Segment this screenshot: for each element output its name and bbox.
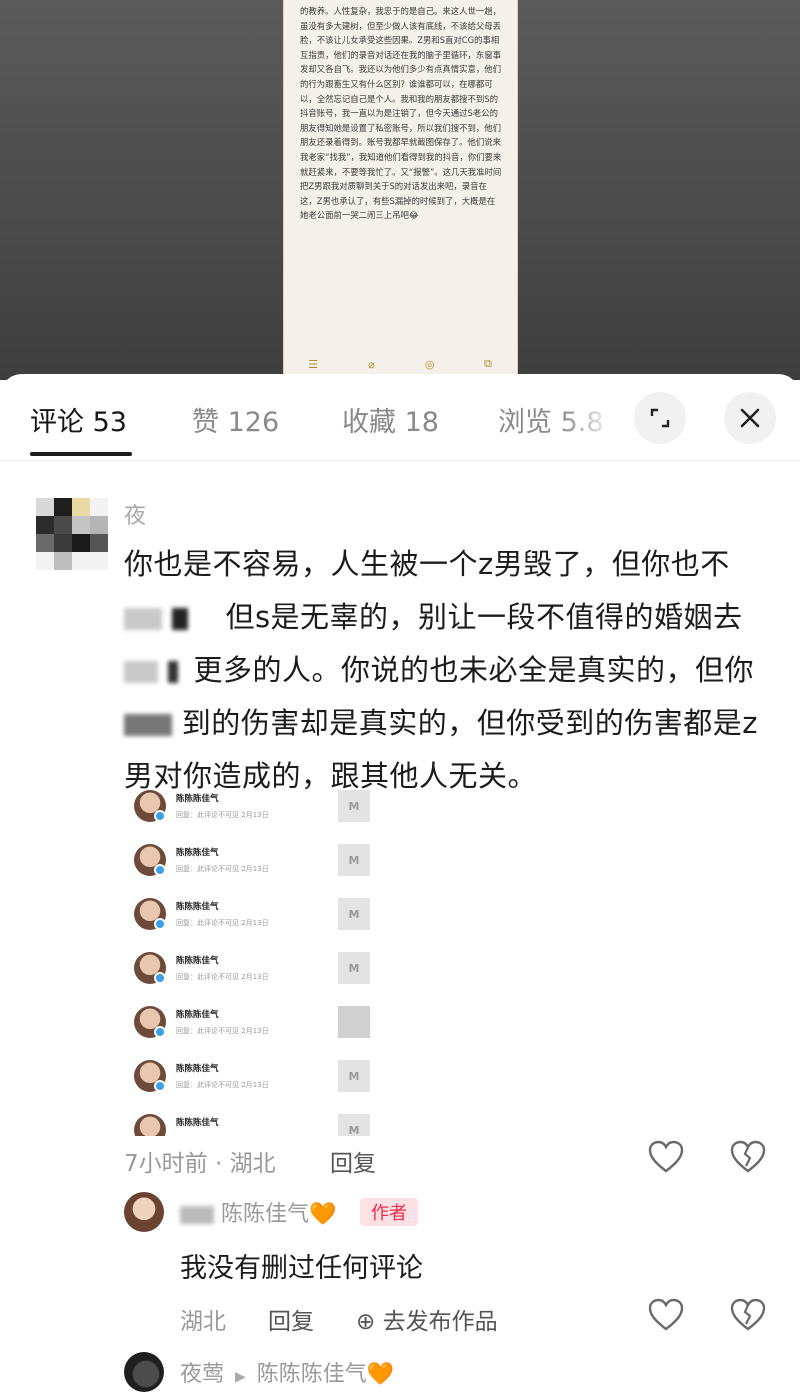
like-heart-icon[interactable] [648,1298,684,1332]
video-thumb-icon [338,1006,370,1038]
note-screenshot: 的教养。人性复杂，我忠于的是自己。来这人世一趟，虽没有多大建树，但至少做人该有底… [283,0,518,380]
avatar[interactable] [36,498,108,570]
video-thumb-icon: M [338,1114,370,1136]
comment-image[interactable]: 陈陈陈佳气 回复：此评论不可见 2月13日 M 陈陈陈佳气 回复：此评论不可见 … [126,786,376,1136]
tab-favorites[interactable]: 收藏 18 [342,400,439,439]
divider [0,460,800,461]
attach-icon: ⌀ [368,357,375,371]
list-item-sub: 回复：此评论不可见 2月13日 [176,919,269,927]
list-item: 陈陈陈佳气 回复：此评论不可见 2月13日 M [126,786,376,836]
verified-icon [154,972,166,984]
close-icon [740,408,760,428]
list-item-name: 陈陈陈佳气 [176,956,219,966]
comment-line: 你也是不容易，人生被一个z男毁了，但你也不 [124,547,730,581]
comment-line: 到的伤害却是真实的，但你受到的伤害都是z [124,697,764,750]
go-publish-link[interactable]: ⊕ 去发布作品 [356,1302,498,1336]
avatar [134,1114,166,1136]
comment-line: 更多的人。你说的也未必全是真实的，但你 [124,644,764,697]
verified-icon [154,918,166,930]
list-item: 陈陈陈佳气 回复：此评论不可见 2月13日 M [126,894,376,944]
list-item-name: 陈陈陈佳气 [176,1118,219,1128]
list-item-sub: 回复：此评论不可见 2月13日 [176,1027,269,1035]
verified-icon [154,810,166,822]
tab-bar: 评论 53 赞 126 收藏 18 浏览 5.8 [0,374,800,458]
verified-icon [154,1080,166,1092]
expand-icon [650,408,670,428]
note-text: 的教养。人性复杂，我忠于的是自己。来这人世一趟，虽没有多大建树，但至少做人该有底… [300,6,502,221]
reply-author[interactable]: 陈陈佳气🧡 [180,1196,336,1228]
reply-location: 湖北 [180,1309,226,1335]
verified-icon [154,1026,166,1038]
reply-author[interactable]: 夜莺 ▶ 陈陈陈佳气🧡 [180,1356,394,1388]
list-item-name: 陈陈陈佳气 [176,1064,219,1074]
comments-sheet: 评论 53 赞 126 收藏 18 浏览 5.8 夜 你也是不容易，人生被一个z… [0,374,800,1394]
comment-line: 但s是无辜的，别让一段不值得的婚姻去 [124,591,764,644]
background-image: 的教养。人性复杂，我忠于的是自己。来这人世一趟，虽没有多大建树，但至少做人该有底… [0,0,800,380]
blurred-text [167,661,178,683]
verified-icon [154,864,166,876]
dislike-broken-heart-icon[interactable] [730,1140,766,1174]
list-item-sub: 回复：此评论不可见 2月13日 [176,973,269,981]
tab-fade [560,392,630,442]
close-button[interactable] [724,392,776,444]
list-item: 陈陈陈佳气 回复：此评论不可见 2月13日 M [126,840,376,890]
like-heart-icon[interactable] [648,1140,684,1174]
list-item-sub: 回复：此评论不可见 2月13日 [176,1081,269,1089]
list-item-name: 陈陈陈佳气 [176,794,219,804]
blurred-text [171,608,188,630]
comment-text: 你也是不容易，人生被一个z男毁了，但你也不 但s是无辜的，别让一段不值得的婚姻去… [124,538,764,803]
video-thumb-icon: M [338,1060,370,1092]
tab-comments[interactable]: 评论 53 [30,400,127,439]
expand-button[interactable] [634,392,686,444]
reply-text: 我没有删过任何评论 [180,1253,423,1284]
mention-icon: ◎ [424,357,435,371]
reply-button[interactable]: 回复 [268,1302,314,1336]
blurred-text [124,608,162,630]
checklist-icon: ☰ [308,357,319,371]
comment-time-location: 7小时前 · 湖北 [124,1151,276,1177]
tab-likes[interactable]: 赞 126 [192,400,279,439]
reply-button[interactable]: 回复 [330,1144,376,1178]
video-thumb-icon: M [338,844,370,876]
blurred-text [124,661,158,683]
blurred-text [124,714,172,736]
list-item: 陈陈陈佳气 回复：此评论不可见 2月13日 [126,1002,376,1052]
avatar[interactable] [124,1352,164,1392]
reply-target[interactable]: 陈陈陈佳气🧡 [257,1362,394,1387]
author-badge: 作者 [360,1198,418,1226]
list-item: 陈陈陈佳气 回复：此评论不可见 2月13日 M [126,1056,376,1106]
list-item-sub: 回复：此评论不可见 2月13日 [176,811,269,819]
list-item-name: 陈陈陈佳气 [176,1010,219,1020]
video-thumb-icon: M [338,790,370,822]
list-item: 陈陈陈佳气 M [126,1110,376,1136]
note-toolbar: ☰ ⌀ ◎ ⧉ [284,354,517,374]
list-item-name: 陈陈陈佳气 [176,848,219,858]
avatar[interactable] [124,1192,164,1232]
video-thumb-icon: M [338,952,370,984]
dislike-broken-heart-icon[interactable] [730,1298,766,1332]
comment-author[interactable]: 夜 [124,498,146,530]
video-thumb-icon: M [338,898,370,930]
tab-underline [30,452,132,456]
reply-arrow-icon: ▶ [235,1369,246,1385]
list-item-name: 陈陈陈佳气 [176,902,219,912]
edit-icon: ⧉ [483,357,492,370]
list-item-sub: 回复：此评论不可见 2月13日 [176,865,269,873]
publish-icon: ⊕ [356,1309,376,1335]
list-item: 陈陈陈佳气 回复：此评论不可见 2月13日 M [126,948,376,998]
blurred-text [180,1206,214,1224]
